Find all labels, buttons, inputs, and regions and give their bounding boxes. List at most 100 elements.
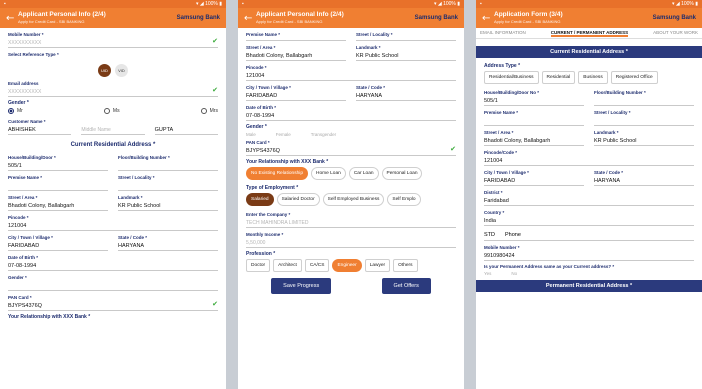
district-value: Faridabad — [484, 198, 509, 204]
locality-field[interactable]: Street / Locality * — [356, 31, 456, 41]
app-bar: ← Applicant Personal Info (2/4) Apply fo… — [238, 8, 464, 28]
dob-label: Date of Birth * — [246, 105, 277, 110]
house-field[interactable]: House/Building/Door No * 505/1 — [484, 89, 584, 106]
back-arrow-icon[interactable]: ← — [482, 13, 494, 24]
state-field[interactable]: State / Code * HARYANA — [356, 84, 456, 101]
premise-row: Premise Name * Street / Locality * — [8, 174, 218, 194]
pincode-label: Pincode * — [246, 65, 267, 70]
profession-others[interactable]: Others — [393, 259, 418, 272]
id-type-uid[interactable]: UID — [98, 64, 111, 77]
profession-lawyer[interactable]: Lawyer — [364, 259, 391, 272]
back-arrow-icon[interactable]: ← — [6, 13, 18, 24]
first-name-field[interactable]: Customer Name * ABHISHEK — [8, 118, 72, 135]
employer-field[interactable]: Enter the Company * TECH MAHINDRA LIMITE… — [246, 211, 456, 228]
gender-mrs[interactable]: Mrs — [200, 108, 218, 114]
status-bar: ▪ ▾ ◢ 100% ▮ — [0, 0, 226, 8]
pincode-field[interactable]: Pincode * 121004 — [8, 214, 218, 231]
city-field[interactable]: City / Town / Village * FARIDABAD — [8, 234, 108, 251]
locality-field[interactable]: Street / Locality * — [594, 109, 694, 126]
floor-field[interactable]: Floor/Building Number * — [594, 89, 694, 106]
tab-email[interactable]: EMAIL INFORMATION — [480, 30, 526, 37]
screen-subtitle: Apply for Credit Card - SBI BANKING — [256, 18, 323, 24]
addr-type-residential[interactable]: Residential — [541, 71, 576, 84]
gender-female[interactable]: Female — [276, 132, 291, 137]
premise-field[interactable]: Premise Name * — [484, 109, 584, 126]
bank-logo-text: Samsung Bank — [652, 15, 696, 21]
district-field[interactable]: District * Faridabad — [484, 189, 694, 206]
street-field[interactable]: Street / Area * Bhadoti Colony, Ballabga… — [484, 129, 584, 146]
gender-ms[interactable]: Ms — [103, 108, 120, 114]
mobile-field[interactable]: Mobile Number * XXXXXXXXXX ✔ — [8, 31, 218, 48]
addr-type-registered[interactable]: Registered Office — [610, 71, 658, 84]
id-type-options: UID VID — [8, 64, 218, 77]
addr-type-business[interactable]: Business — [578, 71, 608, 84]
permanent-yes[interactable]: Yes — [484, 271, 491, 276]
street-field[interactable]: Street / Area * Bhadoti Colony, Ballabga… — [246, 44, 346, 61]
relation-none[interactable]: No Existing Relationship — [246, 167, 308, 180]
phone-input[interactable]: Phone — [505, 232, 521, 238]
income-field[interactable]: Monthly Income * 5,50,000 — [246, 231, 456, 248]
pan-field[interactable]: PAN Card * BJYPS4376Q ✔ — [8, 294, 218, 311]
gender-transgender[interactable]: Transgender — [311, 132, 336, 137]
profession-architect[interactable]: Architect — [273, 259, 302, 272]
permanent-no[interactable]: No — [511, 271, 517, 276]
landmark-field[interactable]: Landmark * KR Public School — [356, 44, 456, 61]
pan-field[interactable]: PAN Card * BJYPS4376Q ✔ — [246, 139, 456, 156]
middle-name-field[interactable]: Middle Name — [81, 118, 145, 135]
dob-field[interactable]: Date of Birth * 07-08-1994 — [246, 104, 456, 121]
profession-ca-cs[interactable]: CA/CS — [304, 259, 330, 272]
section-title: Current Residential Address * — [476, 46, 702, 58]
bank-logo-text: Samsung Bank — [176, 15, 220, 21]
locality-label: Street / Locality * — [594, 110, 631, 115]
last-name-field[interactable]: GUPTA — [154, 118, 218, 135]
gender-male[interactable]: Male — [246, 132, 256, 137]
mobile-field[interactable]: Mobile Number * 9910980424 — [484, 244, 694, 261]
check-icon: ✔ — [450, 145, 456, 153]
email-field[interactable]: Email address XXXXXXXXXX ✔ — [8, 80, 218, 97]
employment-salaried[interactable]: Salaried — [246, 193, 274, 206]
landmark-field[interactable]: Landmark * KR Public School — [594, 129, 694, 146]
gender-mr[interactable]: Mr — [8, 108, 23, 114]
pincode-field[interactable]: Pincode * 121004 — [246, 64, 456, 81]
profession-engineer[interactable]: Engineer — [332, 259, 362, 272]
gender2-field[interactable]: Gender * — [8, 274, 218, 291]
save-progress-button[interactable]: Save Progress — [271, 278, 332, 294]
status-bar: ▪ ▾ ◢ 100% ▮ — [476, 0, 702, 8]
house-value: 505/1 — [484, 98, 498, 104]
city-field[interactable]: City / Town / Village * FARIDABAD — [484, 169, 584, 186]
city-field[interactable]: City / Town / Village * FARIDABAD — [246, 84, 346, 101]
country-field[interactable]: Country * India — [484, 209, 694, 226]
dob-label: Date of Birth * — [8, 255, 39, 260]
addr-type-res-business[interactable]: Residential/Business — [484, 71, 539, 84]
get-offers-button[interactable]: Get Offers — [381, 278, 431, 294]
employment-salaried-doctor[interactable]: Salaried Doctor — [276, 193, 320, 206]
floor-label: Floor/Building Number * — [594, 90, 646, 95]
state-field[interactable]: State / Code * HARYANA — [594, 169, 694, 186]
street-value: Bhadoti Colony, Ballabgarh — [8, 203, 75, 209]
pincode-field[interactable]: Pincode/Code * 121004 — [484, 149, 694, 166]
house2-field[interactable]: Floor/Building Number * — [118, 154, 218, 171]
state-field[interactable]: State / Code * HARYANA — [118, 234, 218, 251]
dob-field[interactable]: Date of Birth * 07-08-1994 — [8, 254, 218, 271]
employment-self-professional[interactable]: Self Emplo — [387, 193, 421, 206]
premise-field[interactable]: Premise Name * — [8, 174, 108, 191]
relation-personal-loan[interactable]: Personal Loan — [381, 167, 423, 180]
profession-label: Profession * — [246, 251, 276, 257]
city-row: City / Town / Village * FARIDABAD State … — [8, 234, 218, 254]
premise-field[interactable]: Premise Name * — [246, 31, 346, 41]
back-arrow-icon[interactable]: ← — [244, 13, 256, 24]
tab-work[interactable]: ABOUT YOUR WORK — [653, 30, 698, 37]
relation-home-loan[interactable]: Home Loan — [311, 167, 346, 180]
street-field[interactable]: Street / Area * Bhadoti Colony, Ballabga… — [8, 194, 108, 211]
society-field[interactable]: Street / Locality * — [118, 174, 218, 191]
house-field[interactable]: House/Building/Door * 505/1 — [8, 154, 108, 171]
employment-self-business[interactable]: Self Employed Business — [322, 193, 385, 206]
profession-doctor[interactable]: Doctor — [246, 259, 271, 272]
tab-address[interactable]: CURRENT / PERMANENT ADDRESS — [550, 30, 629, 37]
street-label: Street / Area * — [246, 45, 276, 50]
landmark-field[interactable]: Landmark * KR Public School — [118, 194, 218, 211]
id-type-group: Select Reference Type * — [8, 51, 218, 61]
relation-car-loan[interactable]: Car Loan — [348, 167, 379, 180]
id-type-vid[interactable]: VID — [115, 64, 128, 77]
std-input[interactable]: STD — [484, 232, 495, 238]
